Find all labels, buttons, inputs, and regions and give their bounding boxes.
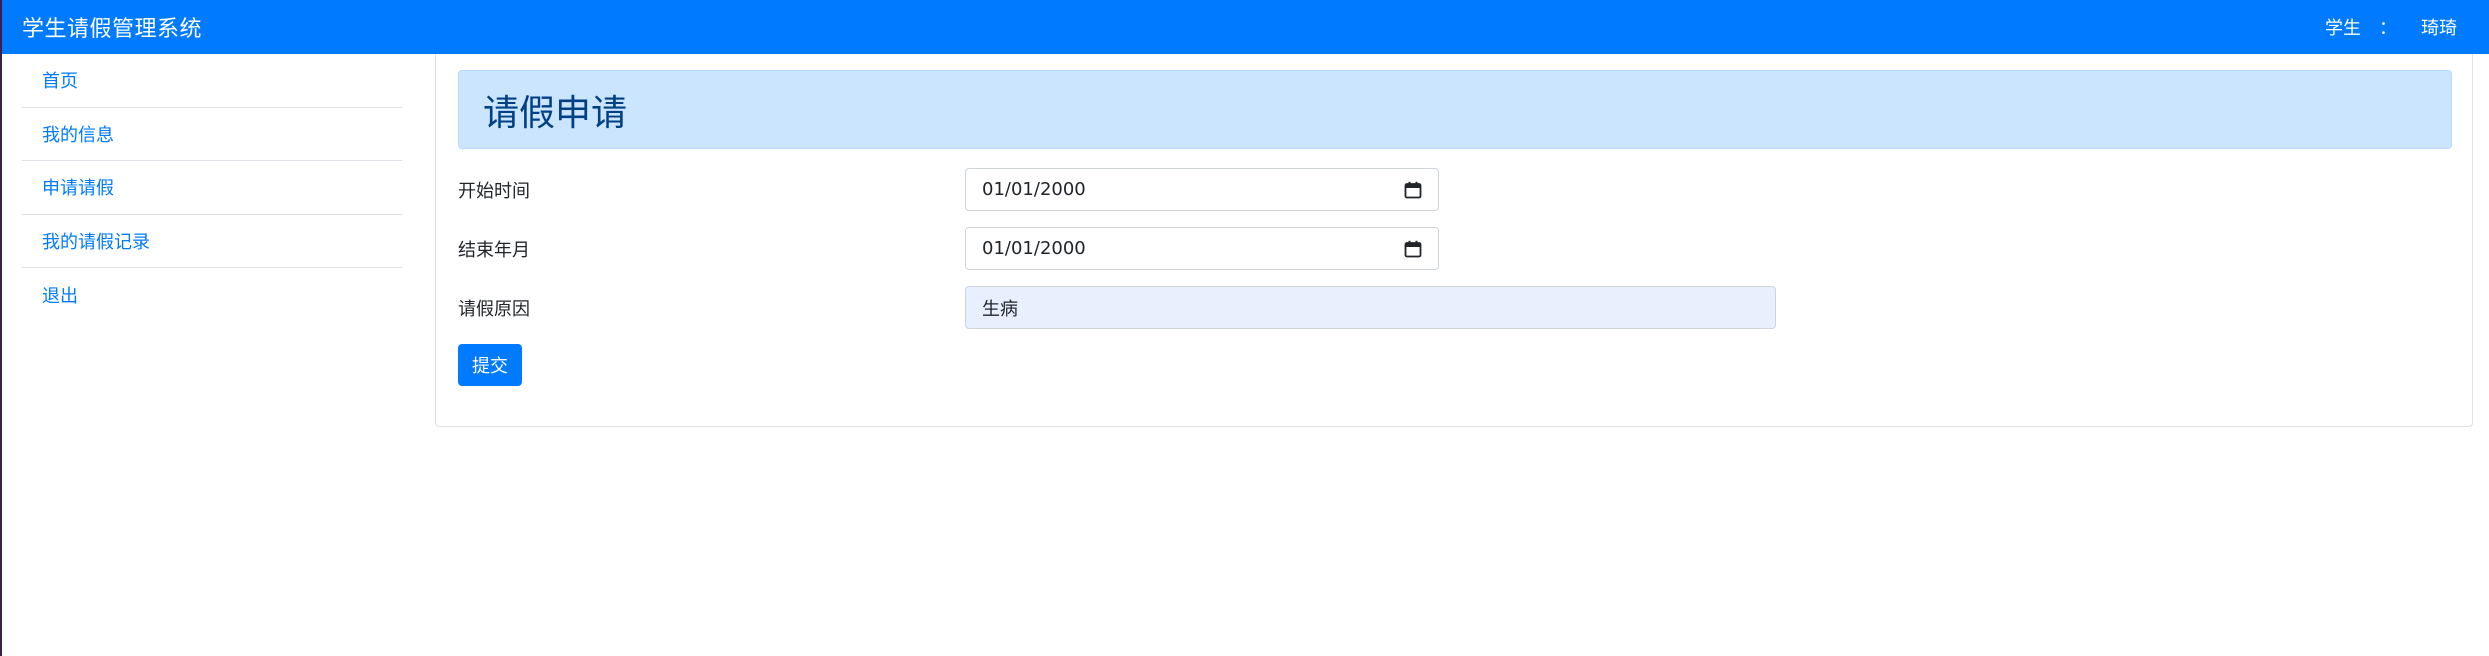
sidebar-item-my-info[interactable]: 我的信息 [22,108,402,161]
end-date-value: 01/01/2000 [982,238,1086,259]
end-date-label: 结束年月 [458,239,530,261]
start-date-value: 01/01/2000 [982,179,1086,200]
reason-input[interactable]: 生病 [965,286,1776,329]
sidebar: 首页 我的信息 申请请假 我的请假记录 退出 [22,54,402,322]
start-date-label: 开始时间 [458,180,530,202]
reason-label: 请假原因 [458,298,530,320]
user-name[interactable]: 琦琦 [2421,14,2457,40]
start-date-input[interactable]: 01/01/2000 [965,168,1439,211]
submit-button[interactable]: 提交 [458,344,522,386]
start-date-row: 开始时间 01/01/2000 [458,168,1439,211]
sidebar-item-home[interactable]: 首页 [22,54,402,108]
reason-row: 请假原因 生病 [458,286,1776,329]
app-brand[interactable]: 学生请假管理系统 [22,11,202,43]
leave-form-card: 请假申请 开始时间 01/01/2000 结束年月 01/01/2000 请假原… [435,54,2473,427]
calendar-icon[interactable] [1404,181,1422,199]
end-date-input[interactable]: 01/01/2000 [965,227,1439,270]
user-separator: ： [2379,18,2397,39]
sidebar-item-leave-records[interactable]: 我的请假记录 [22,215,402,268]
sidebar-item-logout[interactable]: 退出 [22,268,402,322]
page-title: 请假申请 [458,70,2452,149]
user-info: 学生 ： 琦琦 [2325,14,2457,40]
calendar-icon[interactable] [1404,240,1422,258]
sidebar-item-apply-leave[interactable]: 申请请假 [22,161,402,215]
user-role: 学生 [2325,18,2361,39]
end-date-row: 结束年月 01/01/2000 [458,227,1439,270]
top-navbar: 学生请假管理系统 学生 ： 琦琦 [2,0,2489,54]
